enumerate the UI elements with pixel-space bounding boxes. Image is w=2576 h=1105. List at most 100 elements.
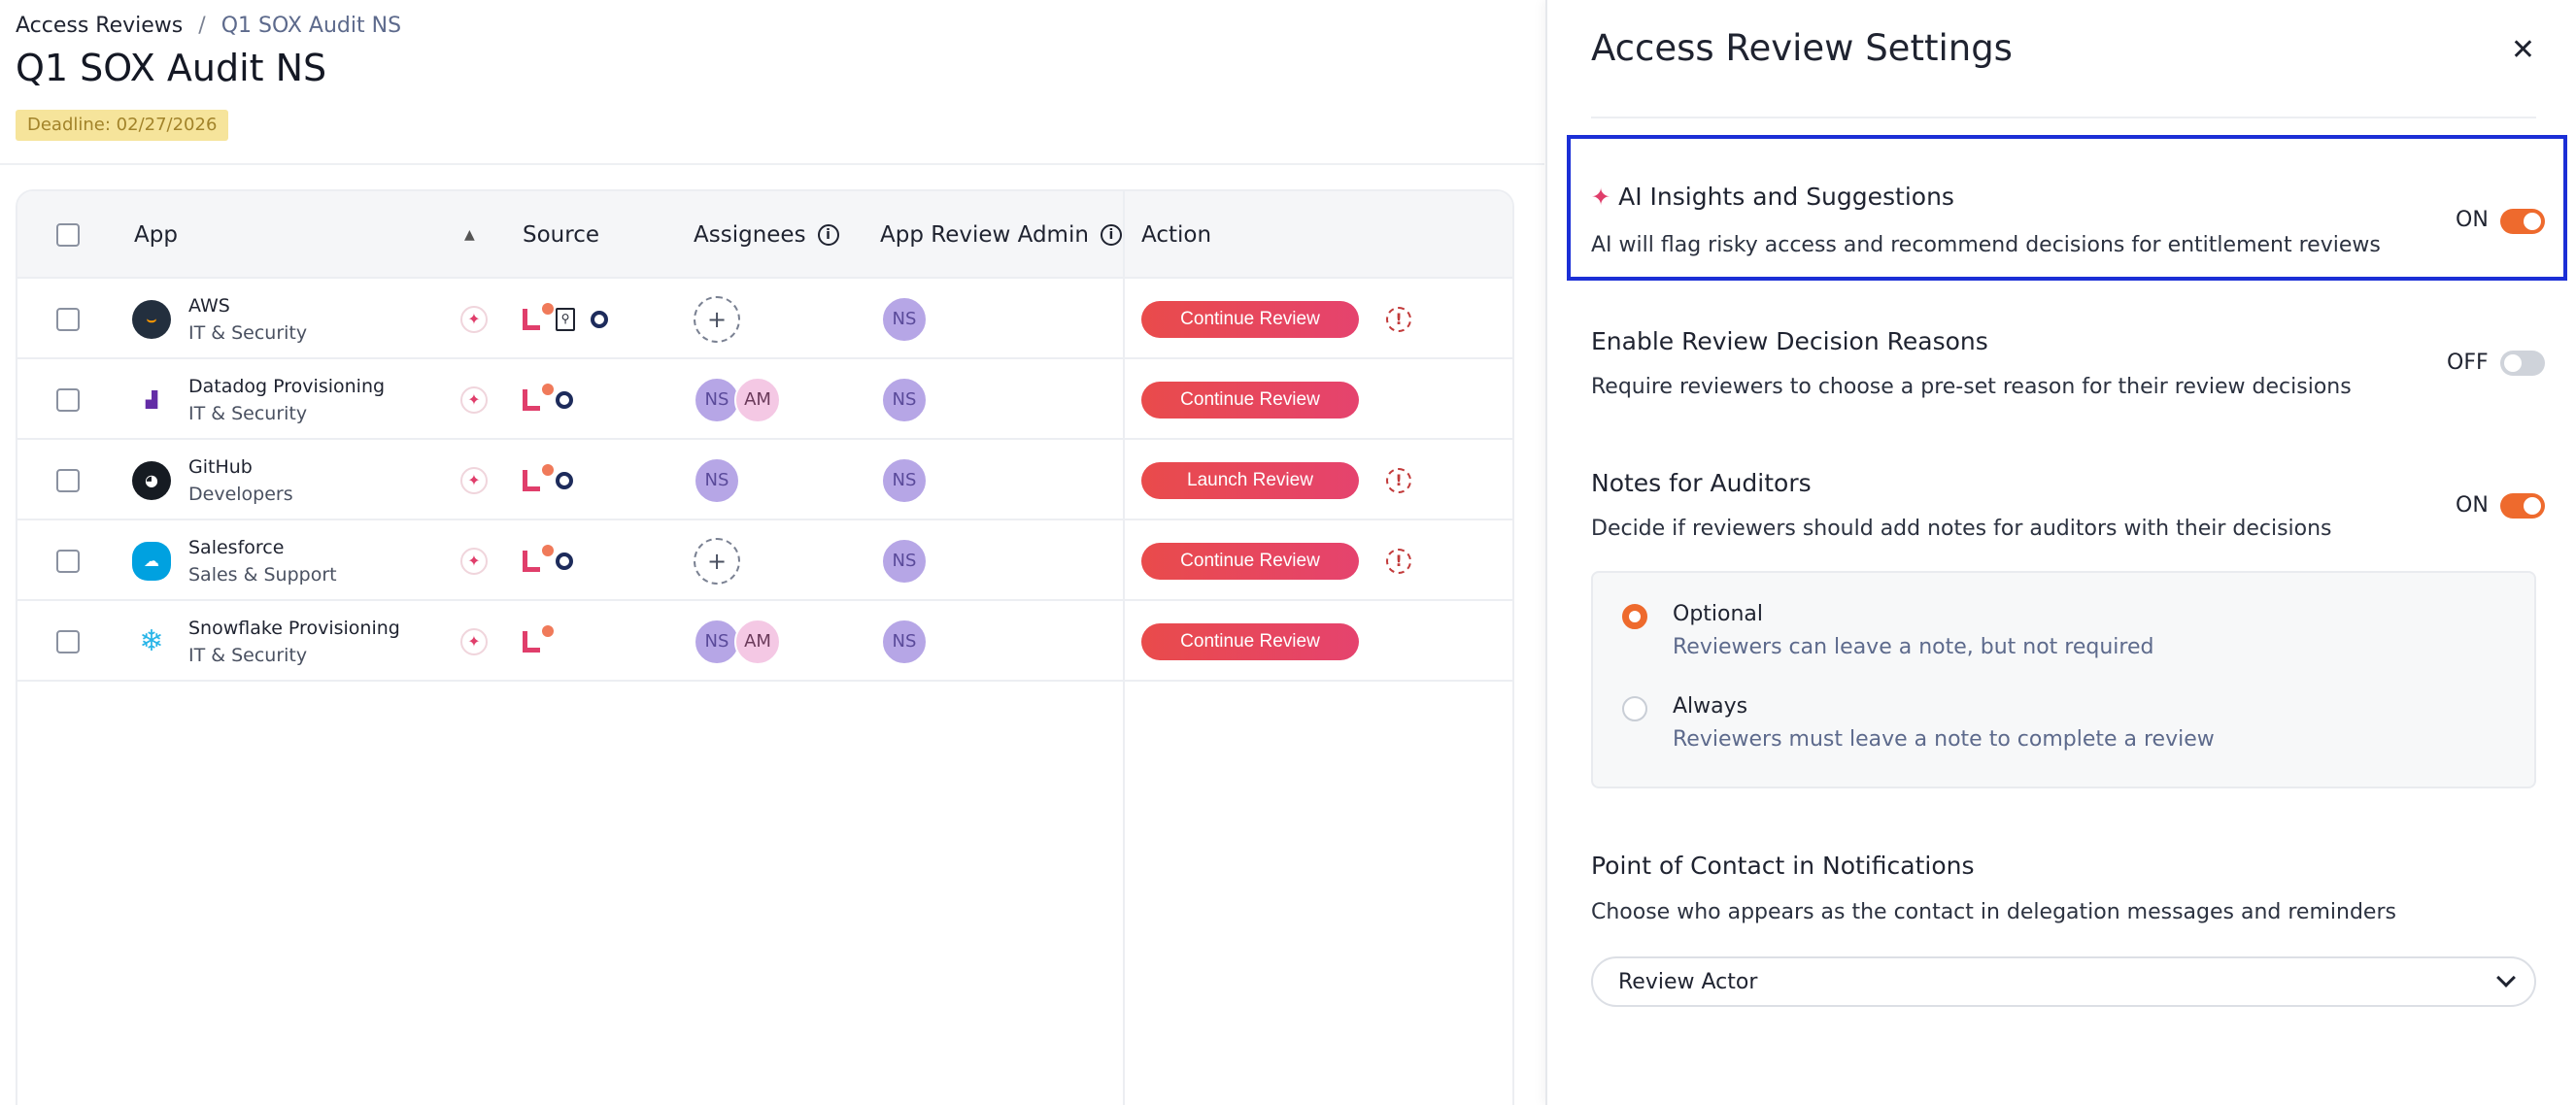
github-logo-icon: ◕ (132, 460, 171, 500)
app-group: Developers (188, 483, 293, 505)
source-ring-icon (556, 471, 573, 489)
row-checkbox[interactable] (56, 549, 80, 573)
admin-avatar: NS (881, 456, 928, 504)
review-action-button[interactable]: Continue Review (1141, 542, 1359, 580)
ai-sparkle-icon: ✦ (460, 305, 488, 333)
row-checkbox[interactable] (56, 629, 80, 653)
radio-always[interactable] (1622, 696, 1647, 721)
alert-clock-icon[interactable]: ! (1386, 467, 1411, 493)
admin-avatar: NS (881, 376, 928, 423)
notes-toggle[interactable] (2500, 493, 2545, 519)
header-action: Action (1141, 191, 1211, 279)
chevron-down-icon (2496, 968, 2516, 988)
datadog-logo-icon: ▟ (132, 380, 171, 419)
ai-sparkle-icon: ✦ (460, 385, 488, 414)
source-connector-icon (523, 544, 554, 572)
app-name[interactable]: Salesforce (188, 534, 337, 561)
deadline-badge: Deadline: 02/27/2026 (16, 110, 229, 141)
notes-toggle-label: ON (2456, 493, 2489, 518)
breadcrumb-separator: / (198, 14, 206, 38)
source-ring-icon (591, 310, 608, 328)
radio-optional-title: Optional (1673, 602, 1764, 626)
review-action-button[interactable]: Continue Review (1141, 381, 1359, 419)
admin-avatar: NS (881, 537, 928, 585)
source-connector-icon (523, 302, 554, 330)
header-assignees: Assignees i (694, 191, 839, 279)
table-row[interactable]: ◕ GitHub Developers ✦ NS NS Launch Revie… (17, 440, 1512, 520)
review-main: Access Reviews / Q1 SOX Audit NS Q1 SOX … (0, 0, 1544, 1105)
document-user-icon: ⚲ (556, 307, 575, 331)
source-connector-icon (523, 463, 554, 491)
close-icon[interactable]: ✕ (2511, 33, 2535, 67)
header-assignees-label: Assignees (694, 222, 806, 248)
row-checkbox[interactable] (56, 307, 80, 331)
radio-optional[interactable] (1622, 604, 1647, 629)
review-action-button[interactable]: Continue Review (1141, 622, 1359, 660)
contact-select[interactable]: Review Actor (1591, 956, 2536, 1007)
table-row[interactable]: ❄ Snowflake Provisioning IT & Security ✦… (17, 601, 1512, 682)
select-all-checkbox[interactable] (56, 223, 80, 247)
ai-setting-title: ✦ AI Insights and Suggestions (1591, 183, 1954, 211)
table-row[interactable]: ☁ Salesforce Sales & Support ✦ + NS Cont… (17, 520, 1512, 601)
notes-setting-title: Notes for Auditors (1591, 469, 1812, 497)
reasons-setting-title: Enable Review Decision Reasons (1591, 327, 1988, 355)
row-checkbox[interactable] (56, 468, 80, 492)
header-source: Source (523, 191, 599, 279)
app-group: Sales & Support (188, 563, 337, 586)
header-source-label: Source (523, 222, 599, 248)
table-row[interactable]: ⌣ AWS IT & Security ✦ ⚲ + NS Continue Re… (17, 279, 1512, 359)
header-app[interactable]: App (134, 191, 178, 279)
assignee-avatar: NS (694, 456, 740, 504)
sort-asc-icon[interactable]: ▲ (464, 191, 475, 279)
assignee-avatar: AM (734, 376, 781, 423)
header-app-label: App (134, 222, 178, 248)
contact-setting-title: Point of Contact in Notifications (1591, 852, 1975, 880)
admin-info-icon[interactable]: i (1100, 224, 1122, 246)
apps-table: App ▲ Source Assignees i App Review Admi… (16, 189, 1514, 1105)
contact-select-value: Review Actor (1618, 969, 1758, 994)
radio-always-desc: Reviewers must leave a note to complete … (1673, 727, 2215, 752)
page-title: Q1 SOX Audit NS (16, 47, 327, 89)
add-assignee-button[interactable]: + (694, 295, 740, 343)
review-action-button[interactable]: Launch Review (1141, 461, 1359, 499)
panel-divider (1591, 117, 2536, 118)
app-group: IT & Security (188, 321, 308, 344)
settings-panel: Access Review Settings ✕ ✦ AI Insights a… (1545, 0, 2576, 1105)
header-admin-label: App Review Admin (880, 222, 1089, 248)
reasons-setting-desc: Require reviewers to choose a pre-set re… (1591, 375, 2352, 399)
add-assignee-button[interactable]: + (694, 537, 740, 585)
breadcrumb: Access Reviews / Q1 SOX Audit NS (16, 14, 401, 38)
select-all-cell (56, 191, 80, 279)
breadcrumb-root-link[interactable]: Access Reviews (16, 14, 183, 38)
admin-avatar: NS (881, 618, 928, 665)
snowflake-logo-icon: ❄ (132, 621, 171, 661)
ai-setting-title-text: AI Insights and Suggestions (1618, 183, 1954, 211)
header-action-label: Action (1141, 222, 1212, 248)
header-admin: App Review Admin i (880, 191, 1122, 279)
breadcrumb-current[interactable]: Q1 SOX Audit NS (221, 14, 401, 38)
app-name[interactable]: GitHub (188, 453, 293, 481)
app-group: IT & Security (188, 402, 308, 424)
header-divider (0, 163, 1544, 165)
app-name[interactable]: Snowflake Provisioning (188, 615, 400, 642)
alert-clock-icon[interactable]: ! (1386, 548, 1411, 574)
sparkle-icon: ✦ (1591, 183, 1611, 211)
source-ring-icon (556, 552, 573, 570)
radio-optional-desc: Reviewers can leave a note, but not requ… (1673, 635, 2154, 659)
ai-toggle[interactable] (2500, 209, 2545, 234)
row-checkbox[interactable] (56, 387, 80, 412)
assignee-avatar: NS (694, 376, 740, 423)
source-connector-icon (523, 383, 554, 411)
notes-setting-desc: Decide if reviewers should add notes for… (1591, 517, 2332, 541)
app-name[interactable]: Datadog Provisioning (188, 373, 385, 400)
alert-clock-icon[interactable]: ! (1386, 306, 1411, 332)
app-name[interactable]: AWS (188, 292, 307, 319)
source-connector-icon (523, 624, 554, 653)
reasons-toggle[interactable] (2500, 351, 2545, 376)
ai-sparkle-icon: ✦ (460, 547, 488, 575)
table-header: App ▲ Source Assignees i App Review Admi… (17, 191, 1512, 279)
table-row[interactable]: ▟ Datadog Provisioning IT & Security ✦ N… (17, 359, 1512, 440)
review-action-button[interactable]: Continue Review (1141, 300, 1359, 338)
assignees-info-icon[interactable]: i (817, 224, 839, 246)
radio-always-title: Always (1673, 694, 1748, 719)
